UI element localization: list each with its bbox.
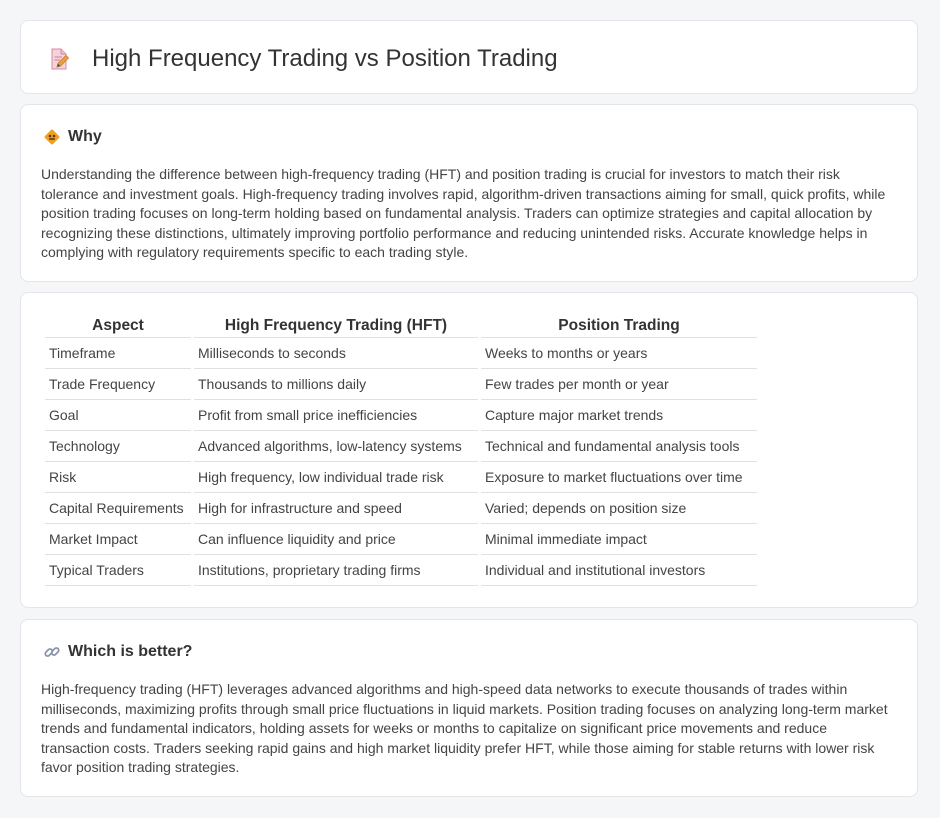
- cell-position: Capture major market trends: [481, 400, 757, 431]
- cell-hft: Advanced algorithms, low-latency systems: [194, 431, 478, 462]
- better-heading-row: Which is better?: [43, 642, 192, 662]
- column-header-aspect: Aspect: [45, 315, 191, 338]
- comparison-section: Aspect High Frequency Trading (HFT) Posi…: [20, 292, 918, 608]
- cell-hft: High for infrastructure and speed: [194, 493, 478, 524]
- hazard-diamond-icon: [43, 128, 61, 146]
- table-row: Capital Requirements High for infrastruc…: [45, 493, 757, 524]
- table-row: Technology Advanced algorithms, low-late…: [45, 431, 757, 462]
- column-header-hft: High Frequency Trading (HFT): [194, 315, 478, 338]
- cell-position: Few trades per month or year: [481, 369, 757, 400]
- table-row: Trade Frequency Thousands to millions da…: [45, 369, 757, 400]
- cell-hft: Institutions, proprietary trading firms: [194, 555, 478, 586]
- cell-aspect: Typical Traders: [45, 555, 191, 586]
- cell-hft: Can influence liquidity and price: [194, 524, 478, 555]
- why-heading-row: Why: [43, 127, 102, 147]
- title-card: High Frequency Trading vs Position Tradi…: [20, 20, 918, 94]
- why-heading: Why: [68, 128, 102, 145]
- table-row: Goal Profit from small price inefficienc…: [45, 400, 757, 431]
- table-row: Market Impact Can influence liquidity an…: [45, 524, 757, 555]
- cell-aspect: Technology: [45, 431, 191, 462]
- table-header-row: Aspect High Frequency Trading (HFT) Posi…: [45, 315, 757, 338]
- why-text: Understanding the difference between hig…: [41, 166, 886, 260]
- table-row: Timeframe Milliseconds to seconds Weeks …: [45, 338, 757, 369]
- better-heading: Which is better?: [68, 643, 193, 660]
- cell-position: Weeks to months or years: [481, 338, 757, 369]
- why-section: Why Understanding the difference between…: [20, 104, 918, 282]
- cell-position: Varied; depends on position size: [481, 493, 757, 524]
- cell-aspect: Risk: [45, 462, 191, 493]
- document-edit-icon: [47, 47, 71, 71]
- page-title: High Frequency Trading vs Position Tradi…: [92, 45, 558, 72]
- table-row: Typical Traders Institutions, proprietar…: [45, 555, 757, 586]
- link-icon: [43, 643, 61, 661]
- cell-position: Technical and fundamental analysis tools: [481, 431, 757, 462]
- cell-aspect: Timeframe: [45, 338, 191, 369]
- cell-hft: High frequency, low individual trade ris…: [194, 462, 478, 493]
- column-header-position: Position Trading: [481, 315, 757, 338]
- cell-hft: Profit from small price inefficiencies: [194, 400, 478, 431]
- comparison-table: Aspect High Frequency Trading (HFT) Posi…: [42, 315, 760, 586]
- better-text: High-frequency trading (HFT) leverages a…: [41, 681, 888, 775]
- cell-position: Minimal immediate impact: [481, 524, 757, 555]
- cell-position: Individual and institutional investors: [481, 555, 757, 586]
- table-row: Risk High frequency, low individual trad…: [45, 462, 757, 493]
- cell-position: Exposure to market fluctuations over tim…: [481, 462, 757, 493]
- cell-hft: Thousands to millions daily: [194, 369, 478, 400]
- cell-aspect: Goal: [45, 400, 191, 431]
- cell-aspect: Trade Frequency: [45, 369, 191, 400]
- cell-aspect: Capital Requirements: [45, 493, 191, 524]
- cell-hft: Milliseconds to seconds: [194, 338, 478, 369]
- which-is-better-section: Which is better? High-frequency trading …: [20, 619, 918, 797]
- cell-aspect: Market Impact: [45, 524, 191, 555]
